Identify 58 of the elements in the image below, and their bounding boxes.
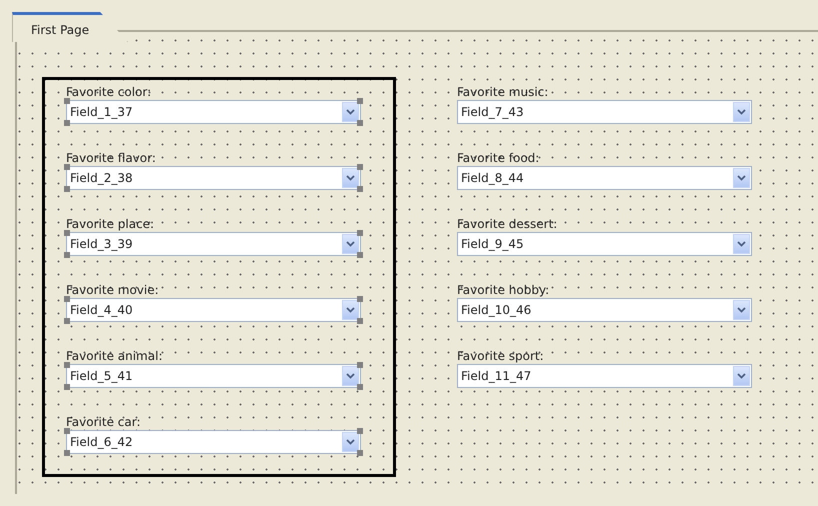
chevron-down-icon (342, 234, 359, 254)
resize-handle[interactable] (64, 318, 70, 324)
dropdown-field[interactable]: Field_2_38 (66, 166, 361, 190)
resize-handle[interactable] (357, 296, 363, 302)
page-tab[interactable]: First Page (12, 12, 128, 42)
field-label: Favorite color: (66, 84, 152, 100)
dropdown-field[interactable]: Field_7_43 (457, 100, 752, 124)
chevron-down-icon (733, 300, 750, 320)
resize-handle[interactable] (357, 384, 363, 390)
dropdown-field[interactable]: Field_9_45 (457, 232, 752, 256)
chevron-down-icon (342, 168, 359, 188)
field-label: Favorite food: (457, 150, 540, 166)
dropdown-field[interactable]: Field_11_47 (457, 364, 752, 388)
field-label: Favorite flavor: (66, 150, 157, 166)
field-label: Favorite place: (66, 216, 156, 232)
resize-handle[interactable] (64, 252, 70, 258)
chevron-down-icon (733, 234, 750, 254)
resize-handle[interactable] (357, 362, 363, 368)
resize-handle[interactable] (64, 428, 70, 434)
resize-handle[interactable] (357, 186, 363, 192)
chevron-down-icon (342, 300, 359, 320)
field-label: Favorite movie: (66, 282, 160, 298)
resize-handle[interactable] (64, 98, 70, 104)
chevron-down-icon (733, 168, 750, 188)
chevron-down-icon (733, 366, 750, 386)
resize-handle[interactable] (357, 318, 363, 324)
resize-handle[interactable] (64, 230, 70, 236)
field-label: Favorite animal: (66, 348, 164, 364)
resize-handle[interactable] (357, 98, 363, 104)
field-label: Favorite dessert: (457, 216, 558, 232)
resize-handle[interactable] (357, 428, 363, 434)
field-label: Favorite sport: (457, 348, 545, 364)
dropdown-field[interactable]: Field_5_41 (66, 364, 361, 388)
chevron-down-icon (733, 102, 750, 122)
resize-handle[interactable] (357, 230, 363, 236)
resize-handle[interactable] (64, 450, 70, 456)
chevron-down-icon (342, 432, 359, 452)
resize-handle[interactable] (357, 164, 363, 170)
resize-handle[interactable] (64, 362, 70, 368)
chevron-down-icon (342, 366, 359, 386)
dropdown-field[interactable]: Field_1_37 (66, 100, 361, 124)
resize-handle[interactable] (357, 450, 363, 456)
resize-handle[interactable] (64, 384, 70, 390)
resize-handle[interactable] (64, 296, 70, 302)
dropdown-field[interactable]: Field_6_42 (66, 430, 361, 454)
resize-handle[interactable] (64, 186, 70, 192)
dropdown-field[interactable]: Field_4_40 (66, 298, 361, 322)
resize-handle[interactable] (357, 120, 363, 126)
field-label: Favorite hobby: (457, 282, 550, 298)
dropdown-field[interactable]: Field_10_46 (457, 298, 752, 322)
chevron-down-icon (342, 102, 359, 122)
resize-handle[interactable] (64, 164, 70, 170)
dropdown-field[interactable]: Field_3_39 (66, 232, 361, 256)
resize-handle[interactable] (357, 252, 363, 258)
dropdown-field[interactable]: Field_8_44 (457, 166, 752, 190)
field-label: Favorite car: (66, 414, 142, 430)
field-label: Favorite music: (457, 84, 550, 100)
resize-handle[interactable] (64, 120, 70, 126)
